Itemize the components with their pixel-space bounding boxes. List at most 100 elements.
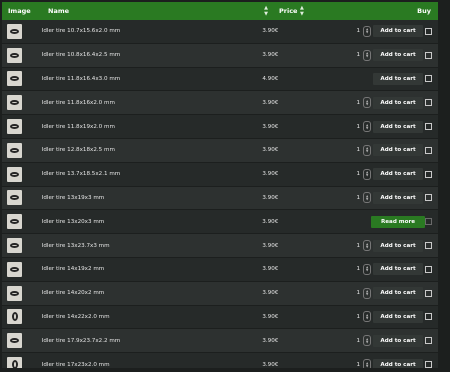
buy-checkbox[interactable] [425,146,432,154]
add-to-cart-button[interactable]: Add to cart [373,287,423,300]
product-thumbnail[interactable] [7,238,22,254]
product-thumbnail[interactable] [7,119,22,135]
add-to-cart-button[interactable]: Add to cart [373,358,423,368]
product-thumbnail[interactable] [7,190,22,206]
quantity-value[interactable]: 1 [357,290,361,296]
add-to-cart-button[interactable]: Add to cart [373,263,423,276]
quantity-value[interactable]: 1 [357,147,361,153]
qty-stepper-icon[interactable]: ▲ ▼ [363,144,372,156]
quantity-value[interactable]: 1 [357,314,361,320]
sort-icon[interactable]: ▲ ▼ [264,5,268,17]
buy-checkbox[interactable] [425,75,432,83]
qty-stepper-icon[interactable]: ▲ ▼ [363,192,372,204]
quantity-stepper[interactable]: 1 ▲ ▼ [339,168,372,180]
buy-checkbox[interactable] [425,123,432,131]
sort-icon[interactable]: ▲ ▼ [300,5,304,17]
product-thumbnail[interactable] [7,95,22,111]
add-to-cart-button[interactable]: Add to cart [373,49,423,62]
product-thumbnail[interactable] [7,261,22,277]
product-thumbnail[interactable] [7,47,22,63]
product-name-link[interactable]: Idler tire 13x23.7x3 mm [40,243,258,249]
product-name-link[interactable]: Idler tire 10.8x16.4x2.5 mm [40,52,258,58]
product-name-link[interactable]: Idler tire 17x23x2.0 mm [40,362,258,368]
add-to-cart-button[interactable]: Add to cart [373,120,423,133]
buy-checkbox[interactable] [425,289,432,297]
add-to-cart-button[interactable]: Add to cart [373,144,423,157]
buy-checkbox[interactable] [425,242,432,250]
qty-stepper-icon[interactable]: ▲ ▼ [363,359,372,368]
buy-checkbox[interactable] [425,99,432,107]
buy-checkbox[interactable] [425,27,432,35]
product-name-link[interactable]: Idler tire 14x20x2 mm [40,290,258,296]
qty-stepper-icon[interactable]: ▲ ▼ [363,335,372,347]
quantity-value[interactable]: 1 [357,171,361,177]
product-thumbnail[interactable] [7,357,22,368]
product-name-link[interactable]: Idler tire 11.8x16.4x3.0 mm [40,76,258,82]
buy-checkbox[interactable] [425,337,432,345]
product-name-link[interactable]: Idler tire 14x22x2.0 mm [40,314,258,320]
product-thumbnail[interactable] [7,142,22,158]
quantity-stepper[interactable]: 1 ▲ ▼ [339,263,372,275]
quantity-value[interactable]: 1 [357,338,361,344]
quantity-stepper[interactable]: 1 ▲ ▼ [339,240,372,252]
quantity-stepper[interactable]: 1 ▲ ▼ [339,335,372,347]
add-to-cart-button[interactable]: Add to cart [373,239,423,252]
add-to-cart-button[interactable]: Add to cart [373,334,423,347]
product-thumbnail[interactable] [7,285,22,301]
quantity-value[interactable]: 1 [357,52,361,58]
quantity-value[interactable]: 1 [357,243,361,249]
product-name-link[interactable]: Idler tire 13.7x18.5x2.1 mm [40,171,258,177]
buy-checkbox[interactable] [425,313,432,321]
add-to-cart-button[interactable]: Add to cart [373,25,423,38]
qty-stepper-icon[interactable]: ▲ ▼ [363,240,372,252]
quantity-value[interactable]: 1 [357,124,361,130]
quantity-stepper[interactable]: 1 ▲ ▼ [339,97,372,109]
product-thumbnail[interactable] [7,214,22,230]
product-name-link[interactable]: Idler tire 14x19x2 mm [40,266,258,272]
quantity-value[interactable]: 1 [357,195,361,201]
quantity-stepper[interactable]: 1 ▲ ▼ [339,144,372,156]
quantity-stepper[interactable]: 1 ▲ ▼ [339,311,372,323]
quantity-value[interactable]: 1 [357,100,361,106]
buy-checkbox[interactable] [425,51,432,59]
product-thumbnail[interactable] [7,166,22,182]
buy-checkbox[interactable] [425,194,432,202]
quantity-value[interactable]: 1 [357,362,361,368]
quantity-value[interactable]: 1 [357,28,361,34]
buy-checkbox[interactable] [425,361,432,368]
qty-stepper-icon[interactable]: ▲ ▼ [363,121,372,133]
qty-stepper-icon[interactable]: ▲ ▼ [363,263,372,275]
quantity-value[interactable]: 1 [357,266,361,272]
buy-checkbox[interactable] [425,170,432,178]
product-thumbnail[interactable] [7,23,22,39]
product-thumbnail[interactable] [7,309,22,325]
add-to-cart-button[interactable]: Add to cart [373,96,423,109]
qty-stepper-icon[interactable]: ▲ ▼ [363,97,372,109]
add-to-cart-button[interactable]: Add to cart [373,72,423,85]
read-more-button[interactable]: Read more [370,215,426,228]
product-name-link[interactable]: Idler tire 11.8x16x2.0 mm [40,100,258,106]
add-to-cart-button[interactable]: Add to cart [373,310,423,323]
product-thumbnail[interactable] [7,333,22,349]
qty-stepper-icon[interactable]: ▲ ▼ [363,311,372,323]
buy-checkbox[interactable] [425,265,432,273]
qty-stepper-icon[interactable]: ▲ ▼ [363,168,372,180]
column-header-name[interactable]: Name ▲ ▼ [42,2,272,20]
product-name-link[interactable]: Idler tire 10.7x15.6x2.0 mm [40,28,258,34]
product-thumbnail[interactable] [7,71,22,87]
add-to-cart-button[interactable]: Add to cart [373,191,423,204]
product-name-link[interactable]: Idler tire 13x20x3 mm [40,219,258,225]
quantity-stepper[interactable]: 1 ▲ ▼ [339,49,372,61]
qty-stepper-icon[interactable]: ▲ ▼ [363,49,372,61]
quantity-stepper[interactable]: 1 ▲ ▼ [339,287,372,299]
quantity-stepper[interactable]: 1 ▲ ▼ [339,192,372,204]
quantity-stepper[interactable]: 1 ▲ ▼ [339,25,372,37]
qty-stepper-icon[interactable]: ▲ ▼ [363,25,372,37]
product-name-link[interactable]: Idler tire 11.8x19x2.0 mm [40,124,258,130]
product-name-link[interactable]: Idler tire 17.9x23.7x2.2 mm [40,338,258,344]
quantity-stepper[interactable]: 1 ▲ ▼ [339,359,372,368]
product-name-link[interactable]: Idler tire 12.8x18x2.5 mm [40,147,258,153]
add-to-cart-button[interactable]: Add to cart [373,168,423,181]
qty-stepper-icon[interactable]: ▲ ▼ [363,287,372,299]
column-header-price[interactable]: Price ▲ ▼ [272,2,389,20]
